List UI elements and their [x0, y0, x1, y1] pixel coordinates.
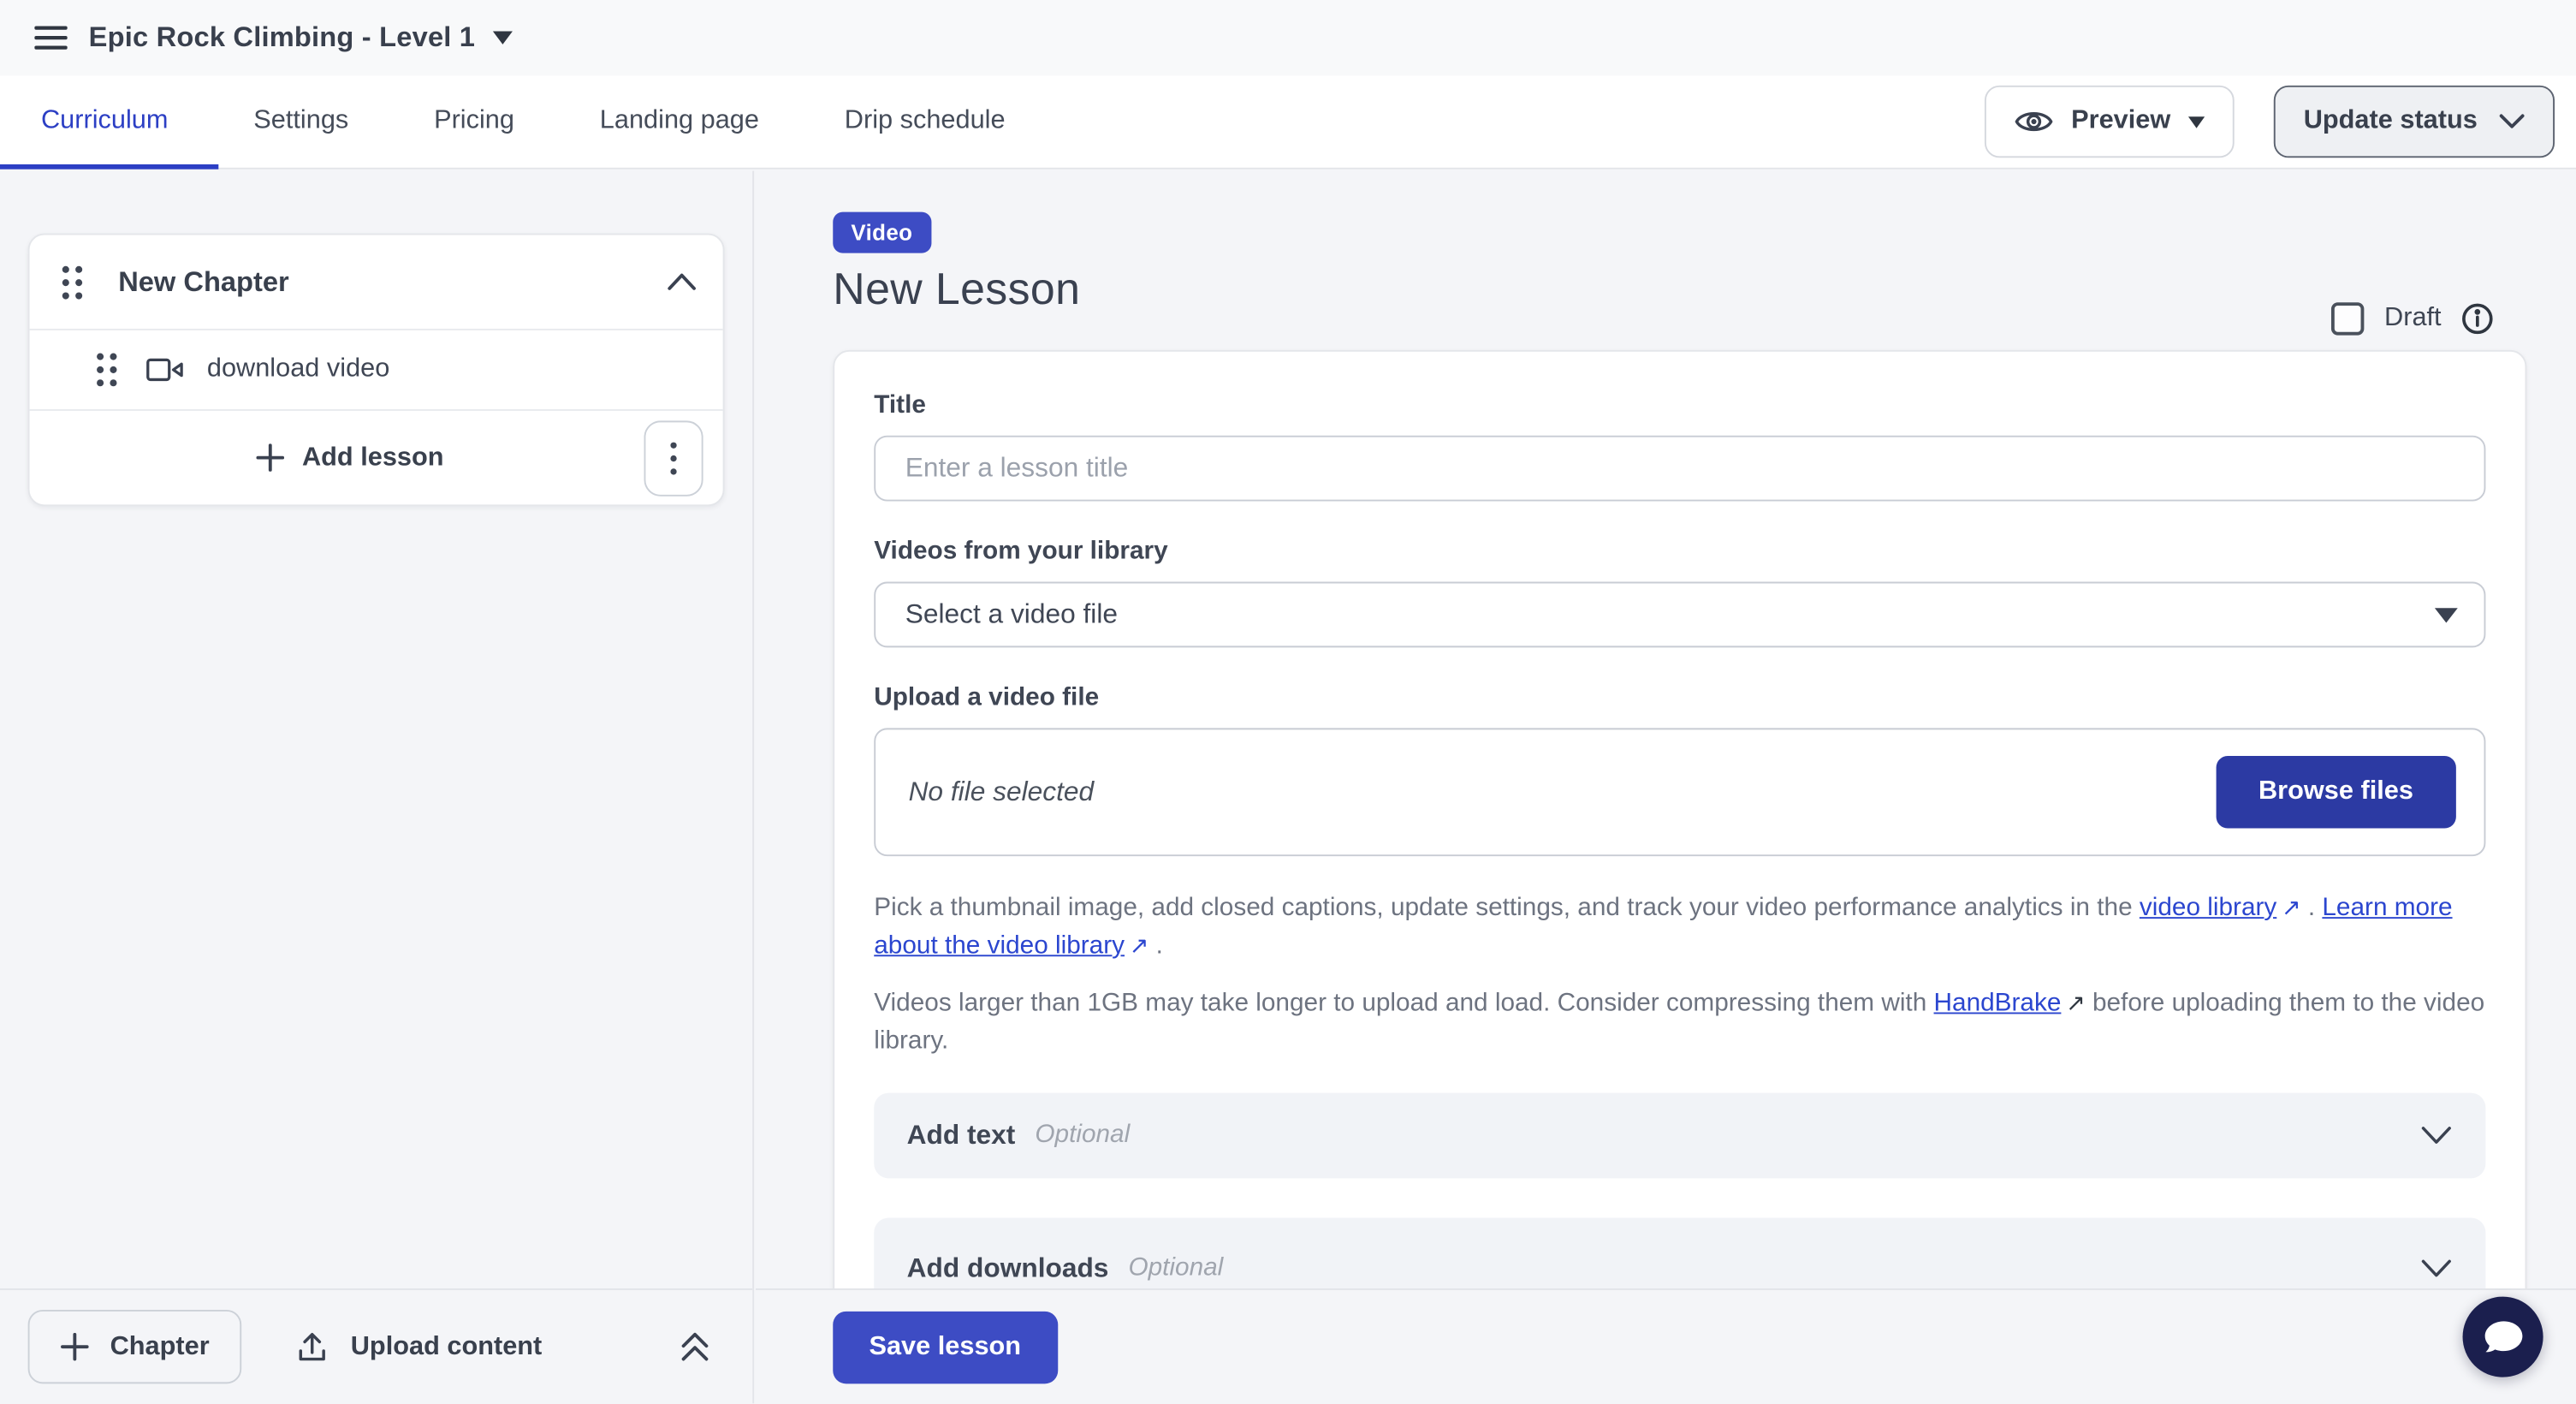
- tab-curriculum[interactable]: Curriculum: [41, 107, 168, 137]
- lesson-editor: Video New Lesson Draft Title: [756, 171, 2576, 1404]
- help-text-segment: Pick a thumbnail image, add closed capti…: [874, 894, 2140, 922]
- video-camera-icon: [146, 357, 184, 384]
- add-text-label: Add text: [907, 1120, 1016, 1151]
- chapter-footer: Add lesson: [30, 411, 723, 504]
- tab-bar: Curriculum Settings Pricing Landing page…: [0, 75, 2576, 169]
- info-icon[interactable]: [2461, 302, 2494, 335]
- help-text-segment: .: [2301, 894, 2323, 922]
- video-library-label: Videos from your library: [874, 538, 2485, 568]
- add-chapter-button[interactable]: Chapter: [28, 1310, 242, 1383]
- help-text-segment: .: [1149, 931, 1163, 960]
- app-window: Epic Rock Climbing - Level 1 Curriculum …: [0, 0, 2576, 1403]
- external-link-icon: ↗: [2061, 985, 2085, 1022]
- tab-landing-page[interactable]: Landing page: [600, 107, 759, 137]
- tab-drip-schedule[interactable]: Drip schedule: [845, 107, 1006, 137]
- active-tab-underline: [0, 164, 218, 170]
- add-lesson-button[interactable]: Add lesson: [56, 443, 644, 473]
- chat-icon: [2482, 1318, 2525, 1357]
- preview-label: Preview: [2071, 107, 2170, 137]
- add-text-section[interactable]: Add text Optional: [874, 1093, 2485, 1179]
- tab-settings[interactable]: Settings: [253, 107, 348, 137]
- chevron-down-icon: [2420, 1126, 2453, 1145]
- collapse-all-button[interactable]: [677, 1329, 713, 1365]
- browse-files-button[interactable]: Browse files: [2216, 756, 2456, 828]
- chapter-options-button[interactable]: [644, 419, 703, 495]
- lesson-item[interactable]: download video: [30, 330, 723, 411]
- caret-down-icon: [493, 31, 513, 44]
- chevron-down-icon: [2420, 1258, 2453, 1278]
- chapter-title: New Chapter: [118, 265, 288, 298]
- hamburger-menu-icon[interactable]: [23, 10, 79, 66]
- drag-handle-icon[interactable]: [95, 352, 118, 388]
- top-bar: Epic Rock Climbing - Level 1: [0, 0, 2576, 75]
- lesson-editor-scroll-area: Video New Lesson Draft Title: [756, 171, 2576, 1288]
- plus-icon: [61, 1333, 89, 1361]
- lesson-header: Video New Lesson Draft: [833, 212, 2494, 316]
- chevron-up-icon[interactable]: [667, 273, 697, 291]
- video-library-help-text: Pick a thumbnail image, add closed capti…: [874, 889, 2485, 965]
- video-library-link[interactable]: video library: [2140, 894, 2276, 922]
- handbrake-link[interactable]: HandBrake: [1934, 990, 2062, 1018]
- upload-icon: [296, 1330, 329, 1363]
- caret-down-icon: [2188, 116, 2205, 127]
- add-downloads-section[interactable]: Add downloads Optional: [874, 1217, 2485, 1288]
- toolbar-actions: Preview Update status: [1984, 86, 2576, 158]
- title-label: Title: [874, 391, 2485, 421]
- compression-help-text: Videos larger than 1GB may take longer t…: [874, 985, 2485, 1060]
- file-upload-dropzone[interactable]: No file selected Browse files: [874, 728, 2485, 856]
- upload-content-button[interactable]: Upload content: [296, 1330, 542, 1363]
- lesson-type-badge: Video: [833, 212, 930, 253]
- video-library-select-value: Select a video file: [905, 599, 1118, 630]
- plus-icon: [256, 443, 284, 472]
- add-downloads-label: Add downloads: [907, 1253, 1109, 1284]
- lesson-title: download video: [207, 355, 389, 385]
- add-lesson-label: Add lesson: [302, 443, 444, 473]
- draft-toggle: Draft: [2332, 302, 2494, 335]
- course-title: Epic Rock Climbing - Level 1: [89, 21, 476, 54]
- upload-video-label: Upload a video file: [874, 684, 2485, 714]
- tabs: Curriculum Settings Pricing Landing page…: [0, 75, 1006, 168]
- drag-handle-icon[interactable]: [61, 264, 84, 300]
- chevron-down-icon: [2499, 113, 2526, 129]
- video-library-select[interactable]: Select a video file: [874, 582, 2485, 648]
- optional-label: Optional: [1035, 1121, 1130, 1151]
- chapter-header: New Chapter: [30, 235, 723, 330]
- optional-label: Optional: [1128, 1254, 1223, 1284]
- preview-button[interactable]: Preview: [1984, 86, 2235, 158]
- chapter-card: New Chapter: [28, 234, 725, 507]
- draft-label: Draft: [2384, 304, 2442, 334]
- course-switcher[interactable]: Epic Rock Climbing - Level 1: [89, 21, 513, 54]
- no-file-text: No file selected: [909, 776, 1095, 807]
- eye-icon: [2014, 107, 2053, 137]
- lesson-form-card: Title Videos from your library Select a …: [833, 350, 2526, 1288]
- kebab-menu-icon: [670, 441, 677, 473]
- curriculum-sidebar: New Chapter: [0, 171, 754, 1404]
- update-status-button[interactable]: Update status: [2274, 86, 2555, 158]
- sidebar-footer: Chapter Upload content: [0, 1288, 752, 1403]
- double-chevron-up-icon: [677, 1329, 713, 1365]
- external-link-icon: ↗: [1125, 927, 1149, 965]
- page-title: New Lesson: [833, 265, 2494, 316]
- external-link-icon: ↗: [2276, 889, 2300, 927]
- support-chat-button[interactable]: [2463, 1297, 2543, 1377]
- lesson-title-input[interactable]: [874, 436, 2485, 502]
- add-chapter-label: Chapter: [110, 1332, 210, 1362]
- tab-pricing[interactable]: Pricing: [434, 107, 514, 137]
- update-status-label: Update status: [2304, 107, 2478, 137]
- help-text-segment: Videos larger than 1GB may take longer t…: [874, 990, 1933, 1018]
- lesson-footer-bar: Save lesson: [756, 1288, 2576, 1403]
- upload-content-label: Upload content: [351, 1332, 543, 1362]
- save-lesson-button[interactable]: Save lesson: [833, 1311, 1057, 1383]
- select-caret-icon: [2435, 607, 2458, 622]
- draft-checkbox[interactable]: [2332, 302, 2365, 335]
